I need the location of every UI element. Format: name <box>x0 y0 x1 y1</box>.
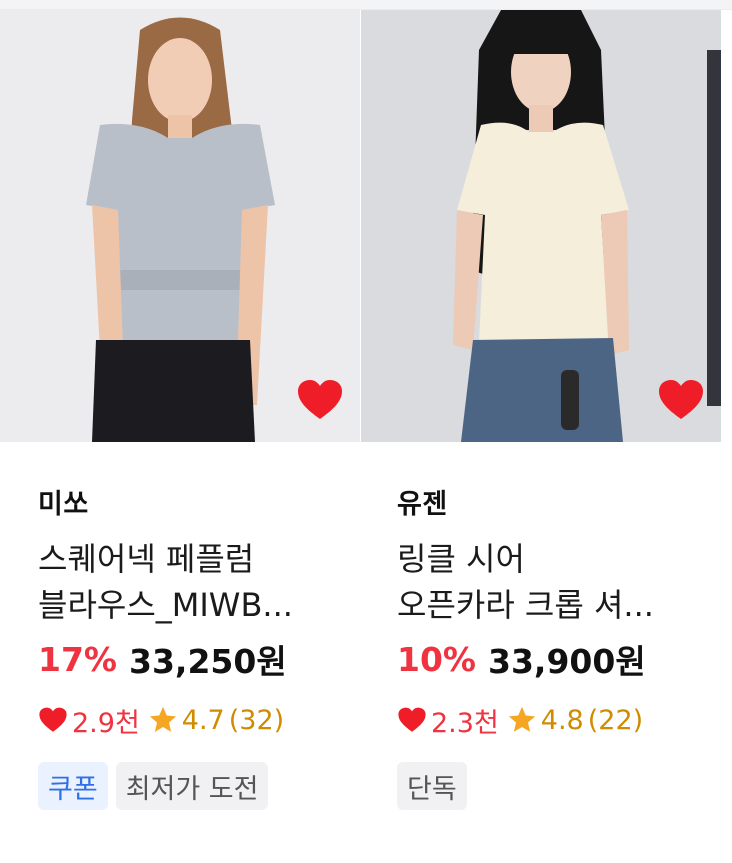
next-item-peek <box>707 50 721 406</box>
rating: 4.7 <box>181 704 225 736</box>
product-card[interactable]: 미쏘 스퀘어넥 페플럼 블라우스_MIWB... 17% 33,250원 2.9… <box>0 10 360 810</box>
like-count: 2.9천 <box>72 707 140 739</box>
heart-icon <box>38 707 68 733</box>
heart-icon <box>659 380 703 419</box>
top-bar <box>0 0 732 10</box>
discount-rate: 10% <box>397 639 476 679</box>
product-title-line2[interactable]: 오픈카라 크롭 셔... <box>397 582 707 628</box>
lowest-price-badge: 최저가 도전 <box>115 762 269 810</box>
like-button[interactable] <box>655 376 707 424</box>
badge-list: 단독 <box>397 762 721 810</box>
coupon-badge: 쿠폰 <box>38 762 108 810</box>
product-image[interactable] <box>0 10 360 442</box>
like-button[interactable] <box>294 376 346 424</box>
product-stats: 2.3천 4.8 (22) <box>397 702 721 739</box>
price-row: 10% 33,900원 <box>397 638 721 682</box>
brand-name[interactable]: 미쏘 <box>38 488 360 522</box>
product-title-line1[interactable]: 스퀘어넥 페플럼 <box>38 536 348 582</box>
product-stats: 2.9천 4.7 (32) <box>38 702 360 739</box>
exclusive-badge: 단독 <box>397 762 467 810</box>
review-count: (32) <box>228 704 285 736</box>
rating: 4.8 <box>540 704 584 736</box>
product-title-line1[interactable]: 링클 시어 <box>397 536 707 582</box>
star-icon <box>507 705 537 735</box>
star-icon <box>148 705 178 735</box>
product-image[interactable] <box>361 10 721 442</box>
sale-price: 33,250원 <box>129 642 287 681</box>
heart-icon <box>298 380 342 419</box>
sale-price: 33,900원 <box>488 642 646 681</box>
like-count: 2.3천 <box>431 707 499 739</box>
price-row: 17% 33,250원 <box>38 638 360 682</box>
heart-icon <box>397 707 427 733</box>
product-title-line2[interactable]: 블라우스_MIWB... <box>38 582 348 628</box>
review-count: (22) <box>587 704 644 736</box>
badge-list: 쿠폰 최저가 도전 <box>38 762 360 810</box>
brand-name[interactable]: 유젠 <box>397 488 721 522</box>
discount-rate: 17% <box>38 639 117 679</box>
product-card[interactable]: 유젠 링클 시어 오픈카라 크롭 셔... 10% 33,900원 2.3천 4… <box>361 10 721 810</box>
